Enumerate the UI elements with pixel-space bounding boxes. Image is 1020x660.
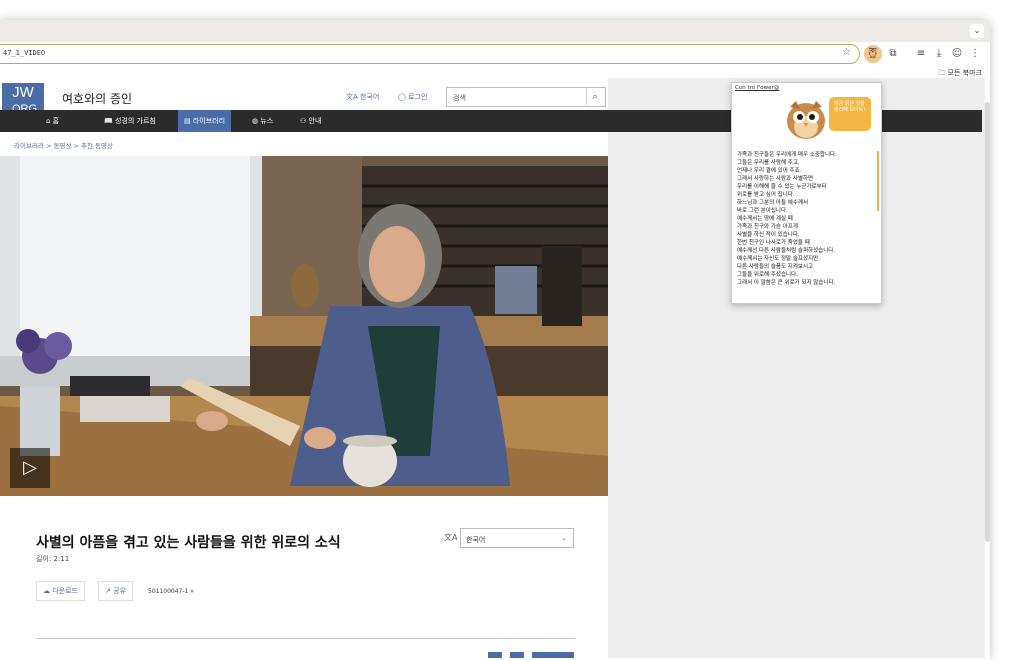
play-icon[interactable]: ▷ (10, 448, 50, 488)
breadcrumb[interactable]: 라이브러리 > 동영상 > 추천 동영상 (14, 140, 113, 150)
share-icon: ↗ (105, 587, 114, 595)
summary-line: 예수께서는 땅에 계실 때 (737, 216, 793, 222)
bookmark-star-icon[interactable]: ☆ (842, 47, 851, 58)
folder-icon: 🗀 (938, 69, 946, 77)
divider (36, 638, 576, 639)
owl-speech-bubble: 방금 읽은 것을 정리해 보아요! (829, 97, 871, 131)
login-link[interactable]: ◯ 로그인 (398, 92, 427, 102)
nav-news-label: 뉴스 (260, 117, 274, 125)
language-icon: 文A (346, 93, 361, 101)
summary-line: 예수께선 다른 사람들처럼 슬퍼하셨습니다. (737, 248, 836, 254)
language-link[interactable]: 文A 한국어 (346, 92, 379, 102)
nav-item-library[interactable]: ▤ 라이브러리 (178, 110, 232, 132)
tab-strip: ⌄ (0, 20, 990, 42)
control-square-3[interactable] (532, 652, 574, 658)
summary-line: 가족과 친구와 가슴 아프게 (737, 224, 798, 230)
summary-line: 다른 사람들의 슬픔도 지켜보시고 (737, 264, 814, 270)
nav-bible-label: 성경의 가르침 (114, 117, 156, 125)
extensions-puzzle-icon[interactable]: ⧉ (884, 45, 902, 63)
summary-line: 한번 친구인 나사로가 죽었을 때 (737, 240, 810, 246)
language-select[interactable]: 한국어 ⌄ (460, 528, 574, 548)
summary-line: 가족과 친구들은 우리에게 매우 소중합니다. (737, 152, 837, 158)
page-scrollbar[interactable] (985, 102, 990, 542)
download-cloud-icon: ☁ (43, 587, 53, 595)
video-player[interactable]: ▷ (0, 156, 608, 496)
media-icon[interactable]: ≡ (912, 45, 930, 63)
nav-about-label: 안내 (308, 117, 322, 125)
share-button[interactable]: ↗ 공유 (98, 581, 133, 601)
summary-line: 그래서 이 말씀은 큰 위로가 되지 않습니다. (737, 280, 836, 286)
search-placeholder: 검색 (453, 94, 466, 102)
popup-scrollbar[interactable] (877, 151, 879, 211)
video-title: 사별의 아픔을 겪고 있는 사람들을 위한 위로의 소식 (36, 535, 341, 551)
video-length: 길이: 2:11 (36, 555, 70, 563)
language-select-value: 한국어 (466, 536, 486, 544)
summary-line: 언제나 우리 곁에 있어 주죠. (737, 168, 802, 174)
summary-text: 가족과 친구들은 우리에게 매우 소중합니다. 그들은 우리를 사랑해 주고, … (737, 151, 875, 303)
summary-line: 우리를 이해해 줄 수 있는 누군가로부터 (737, 184, 827, 190)
video-frame-illustration (0, 156, 608, 496)
login-link-label: 로그인 (408, 93, 428, 101)
summary-line: 사별을 하신 적이 있습니다. (737, 232, 800, 238)
summary-line: 바로 그런 분이십니다. (737, 208, 788, 214)
browser-toolbar: 47_1_VIDEO ☆ 🦉 ⧉ ≡ ⤓ ☺ ⋮ (0, 42, 990, 66)
language-link-label: 한국어 (360, 93, 380, 101)
download-label: 다운로드 (52, 587, 78, 595)
share-label: 공유 (113, 587, 126, 595)
browser-window: ⌄ 47_1_VIDEO ☆ 🦉 ⧉ ≡ ⤓ ☺ ⋮ 🗀 모든 북마크 JW .… (0, 20, 990, 660)
bookmarks-label: 모든 북마크 (947, 69, 982, 77)
nav-item-about[interactable]: ⚇ 안내 (294, 110, 327, 132)
summary-line: 그들은 우리를 사랑해 주고, (737, 160, 800, 166)
nav-item-home[interactable]: ⌂ 홈 (40, 110, 65, 132)
popup-header[interactable]: Con tro f'ower@ (735, 85, 779, 91)
url-text: 47_1_VIDEO (3, 49, 46, 57)
search-icon[interactable]: ⌕ (586, 89, 603, 105)
summary-line: 하느님과 그분의 아들 예수께서 (737, 200, 809, 206)
download-icon[interactable]: ⤓ (930, 45, 948, 63)
summary-line: 예수께서는 자신도 정말 슬프셨지만 (737, 256, 819, 262)
chevron-down-icon: ⌄ (561, 534, 567, 542)
user-icon: ◯ (398, 93, 409, 101)
menu-kebab-icon[interactable]: ⋮ (966, 45, 984, 63)
extension-popup: Con tro f'ower@ 방금 읽은 것을 정리해 보아요! 가족과 친구… (731, 82, 882, 304)
video-code[interactable]: 501100047-1 » (148, 588, 194, 595)
summary-line: 그래서 사랑하는 사람과 사별하면 (737, 176, 814, 182)
site-title: 여호와의 증인 (62, 92, 133, 106)
search-input[interactable]: 검색 ⌕ (446, 87, 606, 107)
nav-home-label: 홈 (52, 117, 60, 125)
address-bar[interactable]: 47_1_VIDEO ☆ (0, 44, 860, 64)
nav-item-news[interactable]: ◍ 뉴스 (246, 110, 279, 132)
profile-icon[interactable]: ☺ (948, 45, 966, 63)
jw-site: JW .ORG 여호와의 증인 文A 한국어 ◯ 로그인 검색 ⌕ ⌂ 홈 📖 … (0, 78, 982, 658)
control-square-1[interactable] (488, 652, 502, 658)
nav-item-bible[interactable]: 📖 성경의 가르침 (98, 110, 162, 132)
owl-mascot-icon (787, 101, 825, 139)
control-square-2[interactable] (510, 652, 524, 658)
nav-library-label: 라이브러리 (192, 117, 226, 125)
language-select-icon: 文A (444, 533, 458, 542)
chevron-down-icon[interactable]: ⌄ (970, 24, 984, 38)
owl-extension-icon[interactable]: 🦉 (864, 45, 882, 63)
summary-line: 위로를 받고 싶어 집니다. (737, 192, 795, 198)
download-button[interactable]: ☁ 다운로드 (36, 581, 85, 601)
logo-line1: JW (12, 84, 34, 101)
summary-line: 그들을 위로해 주셨습니다. (737, 272, 798, 278)
